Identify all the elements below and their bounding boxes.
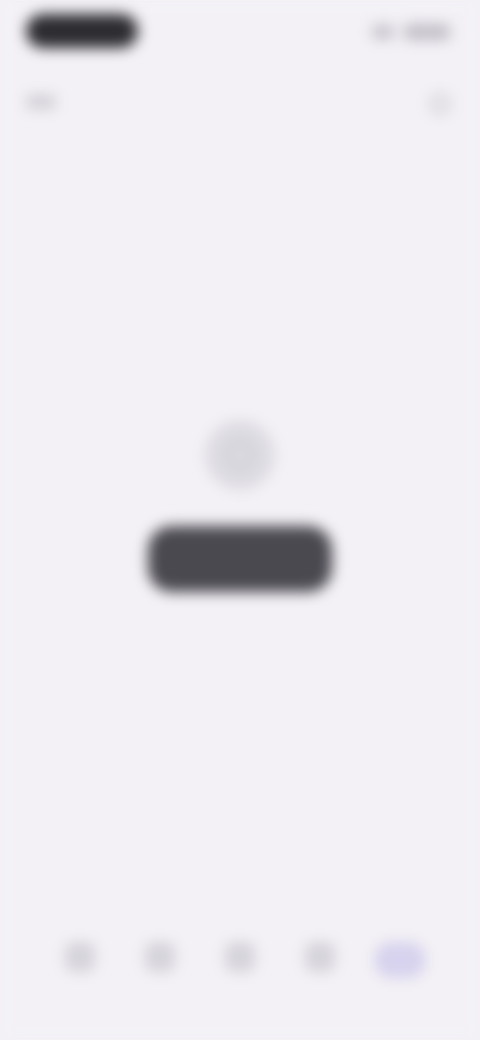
nav-item-chat[interactable]	[291, 942, 349, 1040]
empty-state	[0, 420, 480, 592]
nav-item-grid[interactable]	[131, 942, 189, 1040]
battery-icon	[404, 24, 450, 40]
empty-state-icon	[205, 420, 275, 490]
grid-icon	[145, 942, 175, 972]
nav-item-home[interactable]	[51, 942, 109, 1040]
top-app-bar	[0, 74, 480, 134]
status-icons	[372, 22, 450, 42]
signal-icon	[372, 25, 394, 39]
chat-icon	[305, 942, 335, 972]
status-time-pill	[26, 14, 138, 48]
app-screen	[0, 0, 480, 1040]
nav-item-profile[interactable]	[371, 942, 429, 1040]
primary-action-button[interactable]	[148, 526, 332, 592]
nav-item-bookmark[interactable]	[211, 942, 269, 1040]
bookmark-icon	[225, 942, 255, 972]
search-icon[interactable]	[430, 94, 450, 114]
home-icon	[65, 942, 95, 972]
status-bar	[0, 0, 480, 64]
bottom-navigation	[0, 920, 480, 1040]
profile-icon	[374, 942, 426, 978]
menu-icon[interactable]	[26, 92, 56, 116]
